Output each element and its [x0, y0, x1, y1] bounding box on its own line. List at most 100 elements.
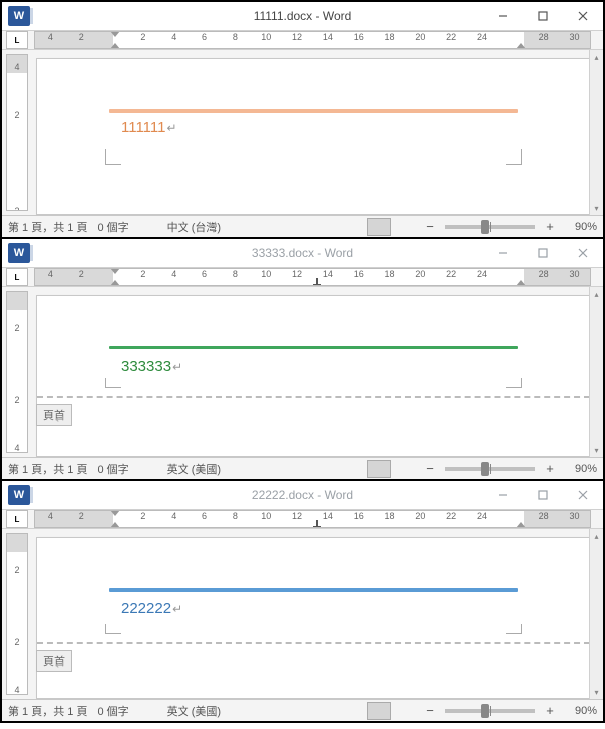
ruler-num: 6: [189, 511, 220, 521]
hanging-indent-icon[interactable]: [110, 522, 120, 528]
document-text[interactable]: 333333↵: [121, 358, 182, 375]
tab-selector[interactable]: L: [6, 510, 28, 528]
print-layout-button[interactable]: [367, 702, 391, 720]
minimize-button[interactable]: [483, 239, 523, 267]
zoom-in-button[interactable]: +: [543, 219, 557, 234]
web-layout-button[interactable]: [395, 218, 419, 236]
status-language[interactable]: 英文 (美國): [167, 703, 221, 719]
close-button[interactable]: [563, 481, 603, 509]
status-words[interactable]: 0 個字: [97, 219, 128, 235]
zoom-slider[interactable]: [445, 225, 535, 229]
right-indent-icon[interactable]: [516, 43, 526, 49]
word-logo-icon[interactable]: W: [8, 485, 30, 505]
title-bar[interactable]: W22222.docx - Word: [2, 481, 603, 509]
read-mode-button[interactable]: [339, 460, 363, 478]
status-page[interactable]: 第 1 頁，共 1 頁: [8, 461, 87, 477]
word-window: W22222.docx - WordL 422468101214161820222…: [2, 481, 603, 721]
document-area: 224333333↵頁首↵▴▾: [2, 287, 603, 457]
status-language[interactable]: 英文 (美國): [167, 461, 221, 477]
zoom-out-button[interactable]: −: [423, 219, 437, 234]
spellcheck-icon[interactable]: [139, 461, 157, 477]
word-logo-icon[interactable]: W: [8, 6, 30, 26]
status-page[interactable]: 第 1 頁，共 1 頁: [8, 219, 87, 235]
spellcheck-icon[interactable]: [139, 703, 157, 719]
spellcheck-icon[interactable]: [139, 219, 157, 235]
web-layout-button[interactable]: [395, 702, 419, 720]
zoom-percent[interactable]: 90%: [561, 221, 597, 233]
page-viewport[interactable]: 333333↵ 頁首↵ ▴▾: [28, 287, 603, 457]
vertical-ruler[interactable]: 224: [6, 291, 28, 453]
status-language[interactable]: 中文 (台灣): [167, 219, 221, 235]
status-words[interactable]: 0 個字: [97, 703, 128, 719]
right-indent-icon[interactable]: [516, 522, 526, 528]
hanging-indent-icon[interactable]: [110, 43, 120, 49]
status-page[interactable]: 第 1 頁，共 1 頁: [8, 703, 87, 719]
minimize-button[interactable]: [483, 481, 523, 509]
first-line-indent-icon[interactable]: [110, 268, 120, 274]
document-text[interactable]: 222222↵: [121, 600, 182, 617]
vertical-scrollbar[interactable]: ▴▾: [589, 50, 603, 215]
web-layout-button[interactable]: [395, 460, 419, 478]
read-mode-button[interactable]: [339, 702, 363, 720]
print-layout-button[interactable]: [367, 460, 391, 478]
vruler-num: 2: [14, 388, 19, 412]
print-layout-button[interactable]: [367, 218, 391, 236]
header-label-tab[interactable]: 頁首: [36, 404, 72, 426]
minimize-button[interactable]: [483, 2, 523, 30]
margin-corner-icon: [506, 378, 522, 388]
ruler-num: 14: [312, 32, 343, 42]
ruler-num: 4: [158, 269, 189, 279]
status-bar: 第 1 頁，共 1 頁 0 個字 中文 (台灣) − +90%: [2, 215, 603, 237]
horizontal-ruler[interactable]: 42246810121416182022242830: [34, 268, 591, 286]
title-bar[interactable]: W33333.docx - Word: [2, 239, 603, 267]
tab-selector[interactable]: L: [6, 268, 28, 286]
page[interactable]: 222222↵頁首↵: [36, 537, 591, 699]
vruler-num: 4: [14, 436, 19, 453]
vertical-scrollbar[interactable]: ▴▾: [589, 287, 603, 457]
maximize-button[interactable]: [523, 481, 563, 509]
close-button[interactable]: [563, 239, 603, 267]
zoom-slider[interactable]: [445, 467, 535, 471]
zoom-in-button[interactable]: +: [543, 461, 557, 476]
zoom-out-button[interactable]: −: [423, 461, 437, 476]
ruler-num: [497, 32, 528, 42]
ruler-num: 8: [220, 511, 251, 521]
title-bar[interactable]: W11111.docx - Word: [2, 2, 603, 30]
ruler-num: 8: [220, 269, 251, 279]
ruler-num: 24: [467, 269, 498, 279]
zoom-out-button[interactable]: −: [423, 703, 437, 718]
page-viewport[interactable]: 111111↵ ▴▾: [28, 50, 603, 215]
tab-stop-icon[interactable]: [313, 278, 321, 286]
close-button[interactable]: [563, 2, 603, 30]
maximize-button[interactable]: [523, 2, 563, 30]
word-logo-icon[interactable]: W: [8, 243, 30, 263]
vertical-ruler[interactable]: 2246: [6, 533, 28, 695]
tab-stop-icon[interactable]: [313, 520, 321, 528]
page[interactable]: 333333↵ 頁首↵: [36, 295, 591, 457]
vruler-num: 2: [14, 558, 19, 582]
horizontal-ruler[interactable]: 42246810121416182022242830: [34, 31, 591, 49]
hanging-indent-icon[interactable]: [110, 280, 120, 286]
right-indent-icon[interactable]: [516, 280, 526, 286]
zoom-slider[interactable]: [445, 709, 535, 713]
ruler-num: 4: [158, 32, 189, 42]
header-label-tab[interactable]: 頁首: [36, 650, 72, 672]
paragraph-mark-icon: ↵: [55, 412, 65, 426]
zoom-percent[interactable]: 90%: [561, 705, 597, 717]
read-mode-button[interactable]: [339, 218, 363, 236]
first-line-indent-icon[interactable]: [110, 510, 120, 516]
vertical-scrollbar[interactable]: ▴▾: [589, 529, 603, 699]
vruler-num: 2: [14, 103, 19, 127]
tab-selector[interactable]: L: [6, 31, 28, 49]
zoom-in-button[interactable]: +: [543, 703, 557, 718]
maximize-button[interactable]: [523, 239, 563, 267]
first-line-indent-icon[interactable]: [110, 31, 120, 37]
status-words[interactable]: 0 個字: [97, 461, 128, 477]
horizontal-ruler[interactable]: 42246810121416182022242830: [34, 510, 591, 528]
ruler-num: 20: [405, 269, 436, 279]
vertical-ruler[interactable]: 422: [6, 54, 28, 211]
document-text[interactable]: 111111↵: [121, 119, 177, 136]
zoom-percent[interactable]: 90%: [561, 463, 597, 475]
page-viewport[interactable]: 222222↵頁首↵▴▾: [28, 529, 603, 699]
page[interactable]: 111111↵: [36, 58, 591, 215]
